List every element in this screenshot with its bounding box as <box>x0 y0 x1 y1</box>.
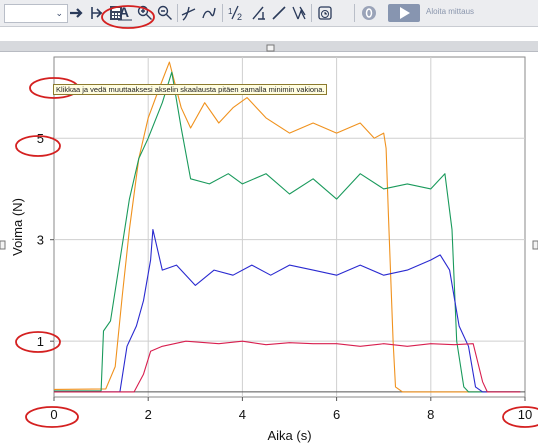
resize-handle-left[interactable] <box>0 240 6 250</box>
x-tick-label: 8 <box>427 407 434 422</box>
x-axis-label: Aika (s) <box>267 428 311 443</box>
x-tick-label: 4 <box>239 407 246 422</box>
y-tick-label: 1 <box>37 334 44 349</box>
x-tick-label: 10 <box>518 407 532 422</box>
force-time-graph[interactable]: 0 2 4 6 8 10 1 3 5 Aika (s) Voima (N) <box>0 0 538 443</box>
annotation-ellipse <box>101 5 155 29</box>
x-tick-label: 6 <box>333 407 340 422</box>
resize-handle-right[interactable] <box>532 240 538 250</box>
x-tick-label: 2 <box>145 407 152 422</box>
y-tick-label: 3 <box>37 233 44 248</box>
x-tick-label: 0 <box>50 407 57 422</box>
y-tick-label: 5 <box>37 131 44 146</box>
y-axis-label: Voima (N) <box>10 198 25 256</box>
scale-tooltip: Klikkaa ja vedä muuttaaksesi akselin ska… <box>53 84 328 95</box>
resize-handle-top[interactable] <box>266 44 275 52</box>
